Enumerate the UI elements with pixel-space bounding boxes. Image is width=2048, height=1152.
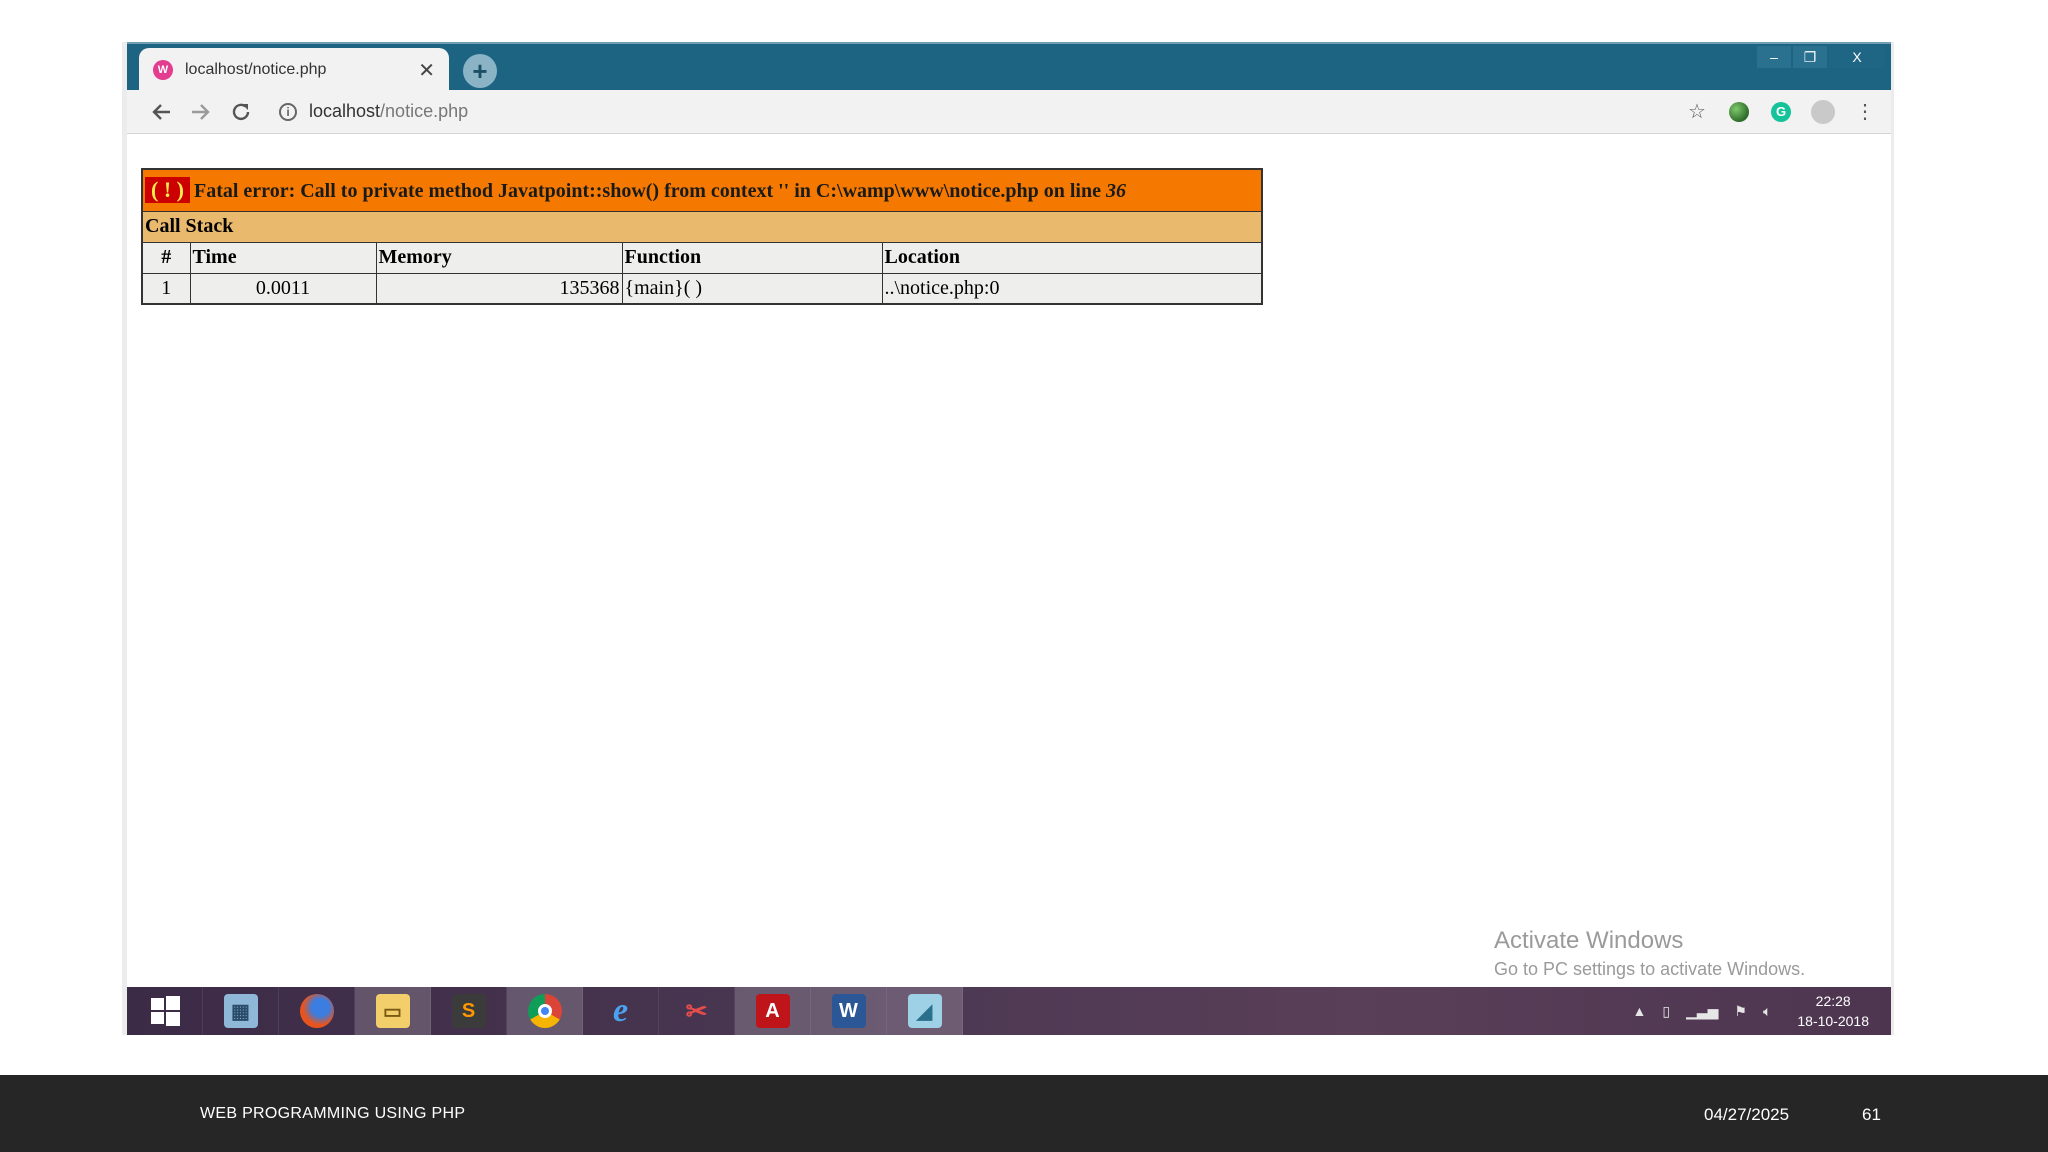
firefox-icon: [299, 994, 334, 1028]
site-info-icon[interactable]: i: [279, 102, 297, 121]
url-host: localhost: [309, 101, 381, 121]
error-message: ( ! ) Fatal error: Call to private method…: [141, 168, 1263, 212]
browser-toolbar: i localhost/notice.php ☆ G ⋮: [127, 90, 1891, 134]
slide-footer: WEB PROGRAMMING USING PHP 04/27/2025 61: [0, 1075, 2048, 1152]
volume-icon[interactable]: 🔈︎: [1763, 1003, 1771, 1020]
device-icon[interactable]: ▯: [1662, 1003, 1670, 1020]
table-row: 1 0.0011 135368 {main}( ) ..\notice.php:…: [141, 272, 1263, 305]
snipping-tool-button[interactable]: ✂: [659, 987, 735, 1035]
call-stack-label: Call Stack: [141, 210, 1263, 243]
action-center-flag-icon[interactable]: ⚑: [1734, 1003, 1747, 1020]
cell-memory: 135368: [375, 272, 623, 305]
forward-arrow-icon[interactable]: [181, 92, 221, 132]
footer-page-number: 61: [1862, 1105, 1881, 1124]
windows-taskbar: ▦ ▭ S e ✂ A W ◢ ▲ ▯ ▁▃▅ ⚑ 🔈︎ 22:28 18-10…: [127, 987, 1891, 1035]
network-signal-icon[interactable]: ▁▃▅: [1686, 1003, 1718, 1020]
tab-close-icon[interactable]: ✕: [418, 58, 435, 83]
watermark-subtitle: Go to PC settings to activate Windows.: [1494, 959, 1806, 979]
calculator-icon: ▦: [223, 994, 258, 1028]
notepad-icon: ◢: [907, 994, 942, 1028]
tab-title: localhost/notice.php: [185, 61, 327, 78]
screenshot: W localhost/notice.php ✕ + – ❐ X i local…: [122, 42, 1894, 1035]
internet-explorer-button[interactable]: e: [583, 987, 659, 1035]
calculator-button[interactable]: ▦: [203, 987, 279, 1035]
new-tab-button[interactable]: +: [463, 54, 497, 88]
sublime-text-icon: S: [451, 994, 486, 1028]
error-line-number: 36: [1105, 180, 1126, 203]
firefox-button[interactable]: [279, 987, 355, 1035]
column-header-num: #: [141, 241, 191, 274]
footer-date: 04/27/2025: [1704, 1105, 1790, 1124]
acrobat-icon: A: [755, 994, 790, 1028]
taskbar-clock[interactable]: 22:28 18-10-2018: [1797, 991, 1869, 1031]
grammarly-icon[interactable]: G: [1767, 98, 1795, 126]
url-path: /notice.php: [380, 101, 469, 121]
browser-tab[interactable]: W localhost/notice.php ✕: [139, 48, 449, 92]
cell-location: ..\notice.php:0: [881, 272, 1263, 305]
address-bar[interactable]: localhost/notice.php: [309, 101, 468, 122]
xdebug-error-table: ( ! ) Fatal error: Call to private method…: [141, 168, 1263, 305]
page-content: ( ! ) Fatal error: Call to private method…: [127, 135, 1891, 979]
toolbar-actions: ☆ G ⋮: [1683, 98, 1891, 126]
restore-button[interactable]: ❐: [1793, 46, 1827, 68]
extension-icon[interactable]: [1725, 98, 1753, 126]
star-icon[interactable]: ☆: [1683, 98, 1711, 126]
window-controls: – ❐ X: [1755, 46, 1885, 68]
file-explorer-icon: ▭: [375, 994, 410, 1028]
system-tray: ▲ ▯ ▁▃▅ ⚑ 🔈︎ 22:28 18-10-2018: [1633, 991, 1891, 1031]
slide: W localhost/notice.php ✕ + – ❐ X i local…: [0, 0, 2048, 1152]
menu-icon[interactable]: ⋮: [1851, 98, 1879, 126]
acrobat-button[interactable]: A: [735, 987, 811, 1035]
column-header-time: Time: [189, 241, 377, 274]
cell-num: 1: [141, 272, 191, 305]
column-header-location: Location: [881, 241, 1263, 274]
column-header-row: # Time Memory Function Location: [141, 241, 1263, 274]
activate-windows-watermark: Activate Windows Go to PC settings to ac…: [1494, 927, 1805, 980]
watermark-title: Activate Windows: [1494, 927, 1684, 954]
cell-time: 0.0011: [189, 272, 377, 305]
close-window-button[interactable]: X: [1829, 46, 1885, 68]
snipping-tool-icon: ✂: [685, 995, 708, 1026]
profile-icon[interactable]: [1809, 98, 1837, 126]
error-text: Fatal error: Call to private method Java…: [193, 180, 1106, 203]
call-stack-row: Call Stack: [141, 210, 1263, 243]
sublime-text-button[interactable]: S: [431, 987, 507, 1035]
internet-explorer-icon: e: [612, 992, 629, 1029]
clock-time: 22:28: [1815, 993, 1851, 1009]
chrome-icon: [527, 994, 562, 1028]
error-badge: ( ! ): [145, 177, 190, 204]
clock-date: 18-10-2018: [1797, 1013, 1869, 1029]
browser-titlebar: W localhost/notice.php ✕ + – ❐ X: [127, 42, 1891, 92]
file-explorer-button[interactable]: ▭: [355, 987, 431, 1035]
reload-icon[interactable]: [221, 92, 261, 132]
wamp-favicon-icon: W: [153, 60, 173, 80]
minimize-button[interactable]: –: [1757, 46, 1791, 68]
show-hidden-icons-icon[interactable]: ▲: [1633, 1003, 1647, 1019]
footer-title: WEB PROGRAMMING USING PHP: [200, 1105, 466, 1122]
chrome-button[interactable]: [507, 987, 583, 1035]
cell-function: {main}( ): [621, 272, 883, 305]
start-button[interactable]: [127, 987, 203, 1035]
word-button[interactable]: W: [811, 987, 887, 1035]
column-header-function: Function: [621, 241, 883, 274]
word-icon: W: [831, 994, 866, 1028]
error-row: ( ! ) Fatal error: Call to private method…: [141, 168, 1263, 212]
notepad-button[interactable]: ◢: [887, 987, 963, 1035]
back-arrow-icon[interactable]: [141, 92, 181, 132]
start-icon: [150, 996, 180, 1026]
column-header-memory: Memory: [375, 241, 623, 274]
